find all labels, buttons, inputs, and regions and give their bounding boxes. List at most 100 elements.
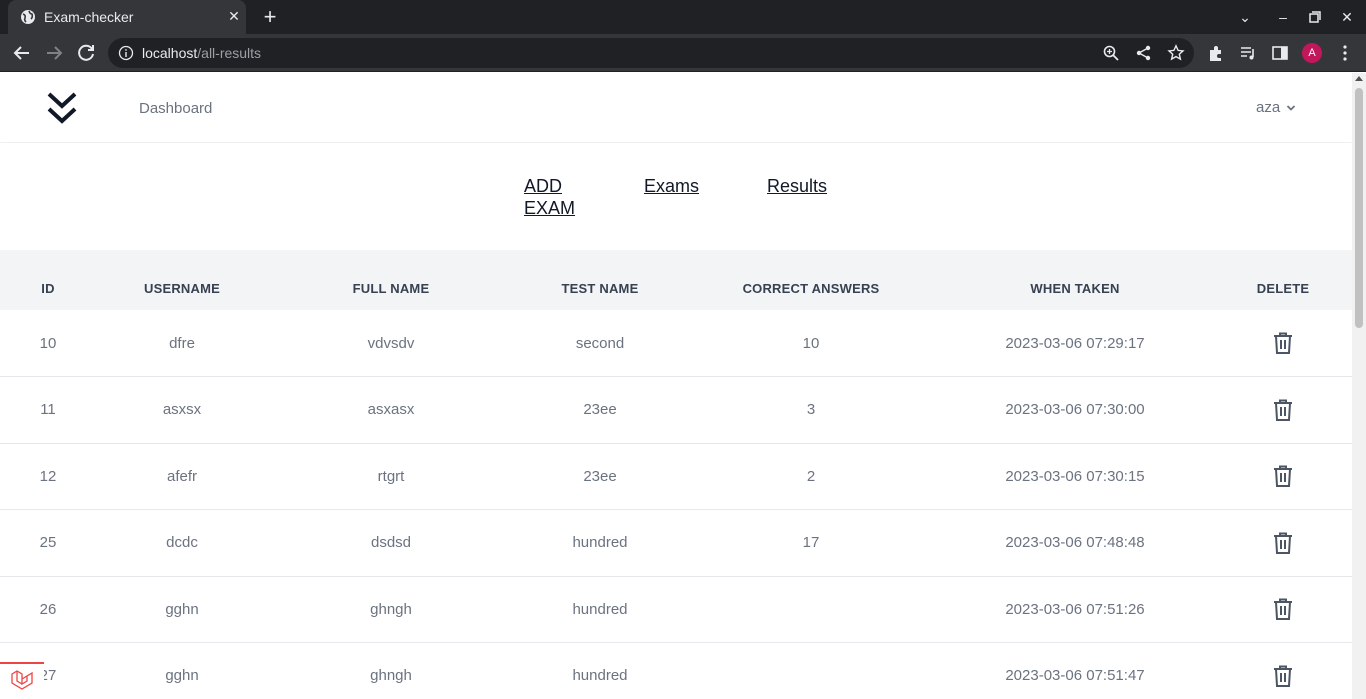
media-queue-icon[interactable] xyxy=(1239,44,1257,62)
cell-username: asxsx xyxy=(162,401,202,419)
trash-icon[interactable] xyxy=(1272,464,1294,488)
cell-when-taken: 2023-03-06 07:51:47 xyxy=(1005,667,1145,685)
close-tab-icon[interactable]: ✕ xyxy=(226,8,242,24)
cell-correct-answers xyxy=(686,576,936,643)
cell-delete xyxy=(1214,377,1352,444)
cell-when-taken: 2023-03-06 07:30:00 xyxy=(1005,401,1145,419)
table-header-row: ID USERNAME FULL NAME TEST NAME CORRECT … xyxy=(0,266,1352,310)
cell-when-taken: 2023-03-06 07:30:15 xyxy=(1005,467,1145,485)
page-scrollbar[interactable] xyxy=(1352,73,1366,699)
table-row: 25 dcdc dsdsd hundred 17 2023-03-06 07:48:48 xyxy=(0,509,1352,577)
browser-tab[interactable]: Exam-checker ✕ xyxy=(8,0,246,34)
tab-title: Exam-checker xyxy=(44,9,134,25)
scroll-up-arrow-icon[interactable] xyxy=(1355,76,1363,81)
back-icon[interactable] xyxy=(10,41,34,65)
cell-id: 25 xyxy=(39,534,57,552)
cell-when-taken: 2023-03-06 07:51:26 xyxy=(1005,600,1145,618)
url-text: localhost/all-results xyxy=(142,45,261,61)
exams-link[interactable]: Exams xyxy=(644,175,699,197)
column-header-id: ID xyxy=(0,266,96,310)
add-exam-line2: EXAM xyxy=(524,198,576,218)
cell-full-name: vdvsdv xyxy=(367,334,415,352)
cell-full-name: ghngh xyxy=(370,600,412,618)
table-row: 10 dfre vdvsdv second 10 2023-03-06 07:29:17 xyxy=(0,310,1352,377)
table-row: 26 gghn ghngh hundred 2023-03-06 07:51:26 xyxy=(0,576,1352,643)
cell-id: 26 xyxy=(39,600,57,618)
add-exam-line1: ADD xyxy=(524,176,563,196)
address-bar[interactable]: localhost/all-results xyxy=(108,38,1194,68)
page-header: ADD EXAM Exams Results xyxy=(0,143,1352,250)
cell-correct-answers: 17 xyxy=(802,534,820,552)
cell-username: dcdc xyxy=(166,534,198,552)
cell-delete xyxy=(1214,443,1352,510)
cell-id: 11 xyxy=(40,401,56,419)
side-panel-icon[interactable] xyxy=(1271,44,1289,62)
trash-icon[interactable] xyxy=(1272,597,1294,621)
cell-username: gghn xyxy=(165,600,199,618)
menu-dots-icon[interactable] xyxy=(1336,44,1354,62)
cell-when-taken: 2023-03-06 07:29:17 xyxy=(1005,334,1145,352)
cell-correct-answers xyxy=(686,643,936,699)
add-exam-link[interactable]: ADD EXAM xyxy=(524,175,575,219)
cell-username: dfre xyxy=(169,334,195,352)
cell-test-name: second xyxy=(575,334,625,352)
cell-when-taken: 2023-03-06 07:48:48 xyxy=(1005,534,1145,552)
table-row: 27 gghn ghngh hundred 2023-03-06 07:51:47 xyxy=(0,642,1352,699)
page-viewport: Dashboard aza ADD EXAM Exams Results ID … xyxy=(0,73,1352,699)
cell-delete xyxy=(1214,310,1352,377)
cell-test-name: 23ee xyxy=(583,467,617,485)
reload-icon[interactable] xyxy=(74,41,98,65)
app-logo-icon[interactable] xyxy=(46,91,78,127)
new-tab-icon[interactable]: + xyxy=(258,6,282,30)
minimize-icon[interactable]: – xyxy=(1273,7,1293,27)
forward-icon[interactable] xyxy=(42,41,66,65)
column-header-when-taken: WHEN TAKEN xyxy=(936,266,1214,310)
browser-tab-strip: Exam-checker ✕ + ⌄ – ✕ xyxy=(0,0,1366,34)
info-icon[interactable] xyxy=(118,45,134,61)
profile-avatar[interactable]: A xyxy=(1302,43,1322,63)
cell-username: gghn xyxy=(165,667,199,685)
bookmark-star-icon[interactable] xyxy=(1167,44,1185,62)
column-header-correct-answers: CORRECT ANSWERS xyxy=(686,266,936,310)
dashboard-link[interactable]: Dashboard xyxy=(139,100,212,117)
trash-icon[interactable] xyxy=(1272,398,1294,422)
cell-correct-answers: 2 xyxy=(806,467,816,485)
tab-search-icon[interactable]: ⌄ xyxy=(1235,7,1255,27)
app-navigation: Dashboard aza xyxy=(0,73,1352,143)
scrollbar-thumb[interactable] xyxy=(1355,88,1363,328)
cell-correct-answers: 10 xyxy=(802,334,820,352)
column-header-username: USERNAME xyxy=(96,266,268,310)
url-host: localhost xyxy=(142,45,198,61)
share-icon[interactable] xyxy=(1135,44,1153,62)
cell-test-name: hundred xyxy=(572,534,628,552)
close-window-icon[interactable]: ✕ xyxy=(1337,7,1357,27)
laravel-logo-icon xyxy=(11,670,33,690)
cell-delete xyxy=(1214,576,1352,643)
trash-icon[interactable] xyxy=(1272,531,1294,555)
column-header-full-name: FULL NAME xyxy=(268,266,514,310)
table-row: 12 afefr rtgrt 23ee 2 2023-03-06 07:30:15 xyxy=(0,443,1352,510)
trash-icon[interactable] xyxy=(1272,331,1294,355)
globe-icon xyxy=(21,10,35,24)
table-row: 11 asxsx asxasx 23ee 3 2023-03-06 07:30:00 xyxy=(0,376,1352,444)
cell-delete xyxy=(1214,510,1352,577)
column-header-delete: DELETE xyxy=(1214,266,1352,310)
cell-delete xyxy=(1214,643,1352,699)
results-link[interactable]: Results xyxy=(767,175,827,197)
cell-full-name: ghngh xyxy=(370,667,412,685)
cell-username: afefr xyxy=(166,467,197,485)
cell-full-name: asxasx xyxy=(367,401,415,419)
chevron-down-icon xyxy=(1287,104,1296,111)
cell-test-name: hundred xyxy=(572,600,628,618)
cell-id: 12 xyxy=(39,467,57,485)
debugbar-badge[interactable] xyxy=(0,662,44,699)
cell-test-name: hundred xyxy=(572,667,628,685)
cell-test-name: 23ee xyxy=(583,401,617,419)
column-header-test-name: TEST NAME xyxy=(514,266,686,310)
user-dropdown[interactable]: aza xyxy=(1256,99,1297,116)
restore-icon[interactable] xyxy=(1305,7,1325,27)
trash-icon[interactable] xyxy=(1272,664,1294,688)
cell-id: 10 xyxy=(39,334,57,352)
extensions-icon[interactable] xyxy=(1207,44,1225,62)
zoom-icon[interactable] xyxy=(1102,44,1120,62)
